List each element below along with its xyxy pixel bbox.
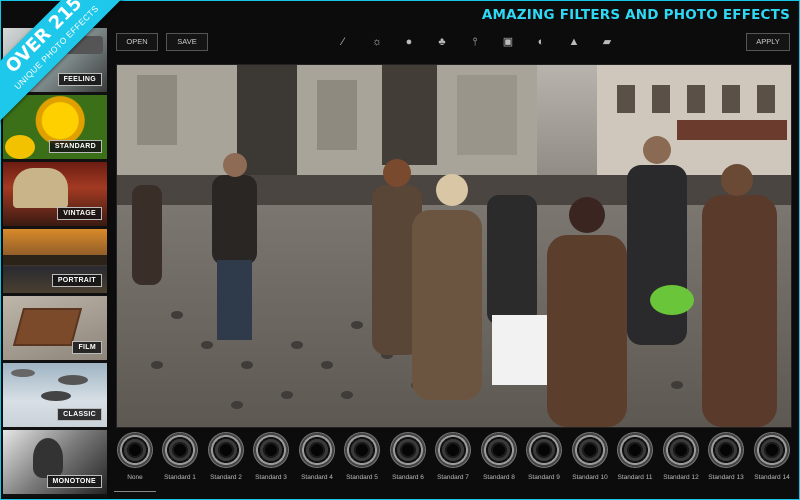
toolbar: OPEN SAVE ⁄ ☼ ● ♣ ⫯ ▣ ◐ ▲ ▰ APPLY	[110, 28, 798, 56]
filter-label: Standard 9	[528, 474, 560, 481]
filter-standard-14[interactable]: Standard 14	[749, 432, 795, 492]
filter-label: Standard 6	[392, 474, 424, 481]
lens-thumbnail	[208, 432, 244, 468]
photo-canvas[interactable]	[116, 64, 792, 428]
category-label: FILM	[72, 341, 102, 354]
vignette-icon[interactable]: ▣	[501, 35, 515, 49]
leaf-icon[interactable]: ♣	[435, 35, 449, 49]
category-label: CLASSIC	[57, 408, 102, 421]
filter-label: Standard 4	[301, 474, 333, 481]
filter-standard-7[interactable]: Standard 7	[430, 432, 476, 492]
filter-standard-8[interactable]: Standard 8	[476, 432, 522, 492]
filter-label: Standard 12	[663, 474, 699, 481]
filter-standard-6[interactable]: Standard 6	[385, 432, 431, 492]
filter-standard-2[interactable]: Standard 2	[203, 432, 249, 492]
filter-label: Standard 8	[483, 474, 515, 481]
lens-thumbnail	[435, 432, 471, 468]
lens-thumbnail	[162, 432, 198, 468]
lens-thumbnail	[117, 432, 153, 468]
filter-standard-4[interactable]: Standard 4	[294, 432, 340, 492]
filter-label: Standard 10	[572, 474, 608, 481]
filter-standard-13[interactable]: Standard 13	[703, 432, 749, 492]
contrast-icon[interactable]: ◐	[534, 35, 548, 49]
lens-thumbnail	[253, 432, 289, 468]
filter-standard-11[interactable]: Standard 11	[612, 432, 658, 492]
filter-standard-5[interactable]: Standard 5	[339, 432, 385, 492]
filter-label: Standard 13	[708, 474, 744, 481]
lens-thumbnail	[663, 432, 699, 468]
thermometer-icon[interactable]: ⫯	[468, 35, 482, 49]
filter-strip: None Standard 1 Standard 2 Standard 3 St…	[110, 428, 798, 498]
lens-thumbnail	[481, 432, 517, 468]
category-label: VINTAGE	[57, 207, 102, 220]
category-classic[interactable]: CLASSIC	[3, 363, 107, 430]
filter-label: Standard 7	[437, 474, 469, 481]
category-label: PORTRAIT	[51, 274, 102, 287]
texture-icon[interactable]: ▰	[600, 35, 614, 49]
category-vintage[interactable]: VINTAGE	[3, 162, 107, 229]
category-label: STANDARD	[48, 140, 102, 153]
filter-standard-10[interactable]: Standard 10	[567, 432, 613, 492]
lens-thumbnail	[617, 432, 653, 468]
apply-button[interactable]: APPLY	[746, 33, 790, 51]
category-standard[interactable]: STANDARD	[3, 95, 107, 162]
filter-standard-1[interactable]: Standard 1	[157, 432, 203, 492]
lens-thumbnail	[299, 432, 335, 468]
app-banner-title: AMAZING FILTERS AND PHOTO EFFECTS	[481, 7, 790, 23]
filter-label: Standard 1	[164, 474, 196, 481]
filter-standard-9[interactable]: Standard 9	[521, 432, 567, 492]
lens-thumbnail	[708, 432, 744, 468]
filter-label: Standard 3	[255, 474, 287, 481]
filter-standard-3[interactable]: Standard 3	[248, 432, 294, 492]
filter-label: Standard 14	[754, 474, 790, 481]
magic-wand-icon[interactable]: ⁄	[336, 35, 350, 49]
lens-thumbnail	[754, 432, 790, 468]
lens-thumbnail	[390, 432, 426, 468]
category-label: MONOTONE	[46, 475, 102, 488]
category-monotone[interactable]: MONOTONE	[3, 430, 107, 497]
filter-label: Standard 2	[210, 474, 242, 481]
open-button[interactable]: OPEN	[116, 33, 158, 51]
triangle-icon[interactable]: ▲	[567, 35, 581, 49]
sun-icon[interactable]: ☼	[370, 35, 384, 49]
drop-icon[interactable]: ●	[402, 35, 416, 49]
filter-label: Standard 11	[617, 474, 653, 481]
photo-preview	[117, 65, 791, 427]
filter-none[interactable]: None	[112, 432, 158, 492]
filter-label: Standard 5	[346, 474, 378, 481]
lens-thumbnail	[526, 432, 562, 468]
category-portrait[interactable]: PORTRAIT	[3, 229, 107, 296]
lens-thumbnail	[572, 432, 608, 468]
filter-label: None	[127, 474, 143, 481]
category-film[interactable]: FILM	[3, 296, 107, 363]
save-button[interactable]: SAVE	[166, 33, 208, 51]
category-label: FEELING	[57, 73, 102, 86]
filter-standard-12[interactable]: Standard 12	[658, 432, 704, 492]
lens-thumbnail	[344, 432, 380, 468]
